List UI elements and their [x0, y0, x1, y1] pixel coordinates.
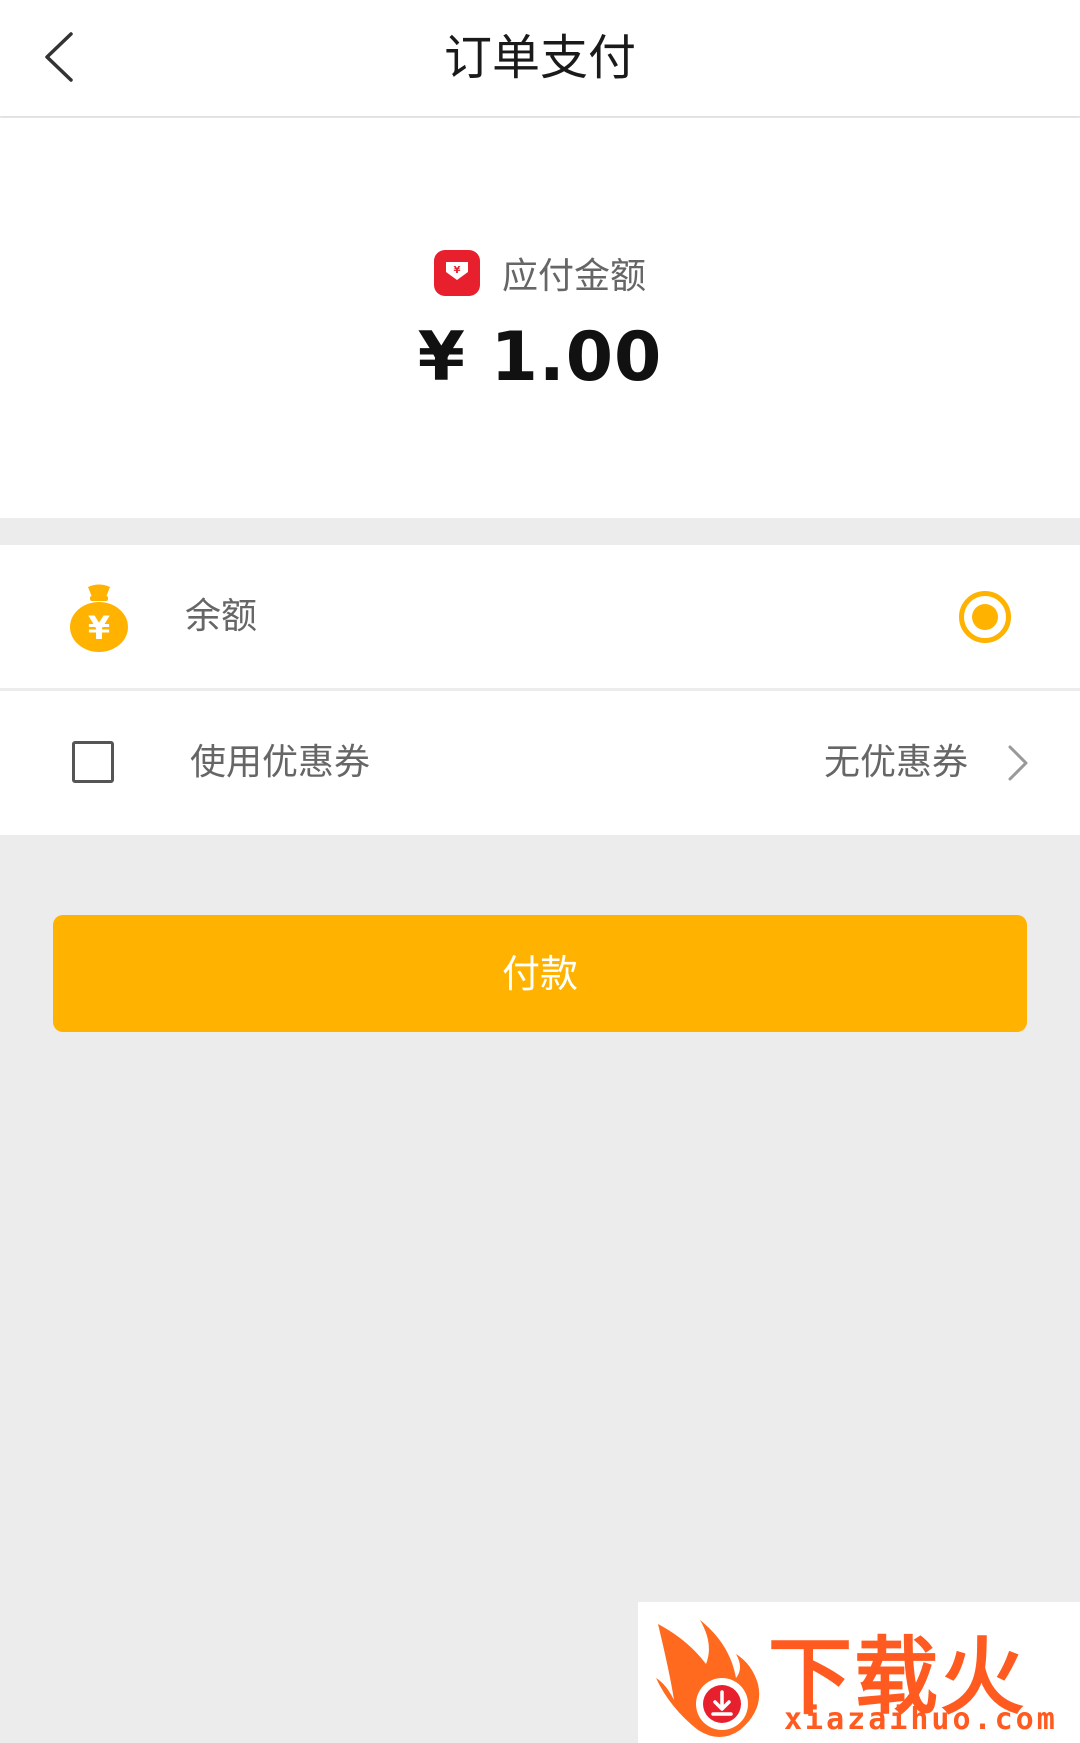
- flame-download-icon: [656, 1620, 760, 1737]
- watermark-logo: 下载火 xiazaihuo.com: [638, 1602, 1080, 1743]
- amount-due-panel: ¥ 应付金额 ¥ 1.00: [0, 118, 1080, 518]
- coupon-row[interactable]: 使用优惠券 无优惠券: [0, 691, 1080, 835]
- amount-due-value: ¥ 1.00: [417, 318, 663, 397]
- back-button[interactable]: [24, 22, 94, 92]
- svg-text:¥: ¥: [88, 609, 110, 647]
- watermark-url-text: xiazaihuo.com: [784, 1702, 1058, 1737]
- balance-label: 余额: [185, 596, 258, 637]
- chevron-left-icon: [45, 32, 73, 82]
- svg-text:¥: ¥: [454, 265, 461, 276]
- top-app-bar: 订单支付: [0, 0, 1080, 116]
- amount-due-label: 应付金额: [501, 256, 646, 297]
- red-packet-icon: ¥: [433, 250, 480, 296]
- coupon-status: 无优惠券: [823, 742, 968, 783]
- money-bag-icon: ¥: [70, 584, 128, 652]
- amount-label-row: ¥ 应付金额: [0, 248, 1080, 298]
- chevron-right-icon: [1008, 745, 1028, 781]
- pay-button[interactable]: 付款: [53, 915, 1027, 1032]
- coupon-label: 使用优惠券: [190, 742, 371, 783]
- radio-selected-icon[interactable]: [958, 590, 1012, 644]
- page-title: 订单支付: [443, 30, 636, 86]
- coupon-checkbox[interactable]: [72, 741, 114, 783]
- payment-method-balance[interactable]: ¥ 余额: [0, 545, 1080, 688]
